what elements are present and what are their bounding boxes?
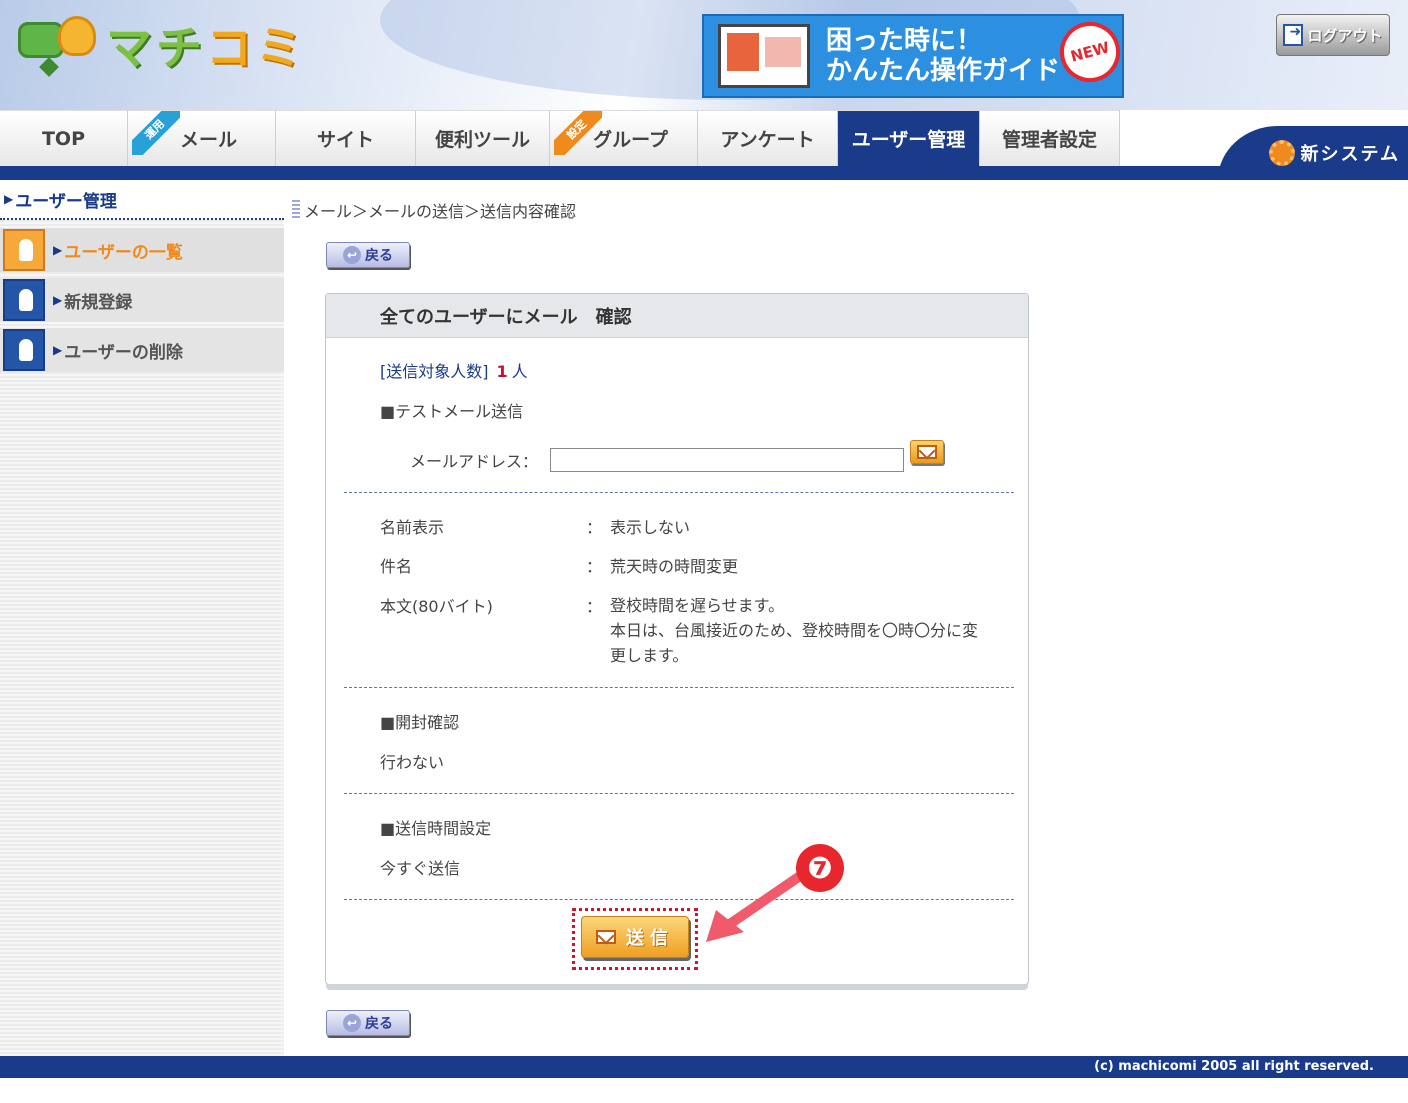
divider bbox=[344, 793, 1014, 794]
send-button[interactable]: 送信 bbox=[581, 916, 689, 958]
user-list-icon bbox=[3, 229, 45, 271]
open-check-value: 行わない bbox=[380, 753, 445, 772]
colon: ： bbox=[586, 557, 603, 576]
chevron-right-icon: ▶ bbox=[53, 343, 63, 357]
back-arrow-icon: ↩ bbox=[343, 1014, 361, 1032]
grip-icon bbox=[292, 200, 300, 220]
colon: ： bbox=[586, 597, 603, 616]
chevron-right-icon: ▶ bbox=[53, 293, 63, 307]
tab-group[interactable]: 設定 グループ bbox=[550, 110, 698, 166]
monitor-icon bbox=[718, 24, 810, 88]
tab-user-management[interactable]: ユーザー管理 bbox=[838, 110, 980, 166]
recipient-count: [送信対象人数] 1 人 bbox=[380, 362, 528, 381]
nav-bar bbox=[0, 166, 1408, 180]
logout-label: ログアウト bbox=[1307, 26, 1383, 45]
back-button-bottom[interactable]: ↩ 戻る bbox=[326, 1010, 410, 1036]
back-arrow-icon: ↩ bbox=[343, 246, 361, 264]
tab-site[interactable]: サイト bbox=[276, 110, 416, 166]
mail-send-icon bbox=[596, 930, 616, 944]
breadcrumb: メール＞メールの送信＞送信内容確認 bbox=[292, 198, 576, 222]
field-value-subject: 荒天時の時間変更 bbox=[610, 557, 739, 576]
copyright: (c) machicomi 2005 all right reserved. bbox=[1094, 1059, 1374, 1074]
new-system-link[interactable]: 新システム bbox=[1218, 126, 1408, 180]
field-value-sender-name: 表示しない bbox=[610, 518, 691, 537]
back-button-top[interactable]: ↩ 戻る bbox=[326, 242, 410, 268]
step-number-badge: ❼ bbox=[796, 844, 844, 892]
test-send-button[interactable] bbox=[910, 440, 944, 464]
divider bbox=[344, 492, 1014, 493]
guide-banner-text: 困った時に！ かんたん操作ガイド bbox=[826, 26, 1061, 86]
ribbon-operation: 運用 bbox=[132, 111, 180, 155]
tab-top[interactable]: TOP bbox=[0, 110, 128, 166]
divider bbox=[344, 899, 1014, 900]
main-nav: TOP 運用 メール サイト 便利ツール 設定 グループ アンケート ユーザー管… bbox=[0, 110, 1408, 180]
field-label-subject: 件名 bbox=[380, 557, 413, 576]
tab-survey[interactable]: アンケート bbox=[698, 110, 838, 166]
field-value-body: 登校時間を遅らせます。 本日は、台風接近のため、登校時間を〇時〇分に変 更します… bbox=[610, 596, 979, 665]
send-time-value: 今すぐ送信 bbox=[380, 859, 461, 878]
machicomi-logo[interactable]: マチコミ bbox=[18, 12, 306, 78]
chevron-right-icon: ▶ bbox=[53, 243, 63, 257]
sidebar-item-user-delete[interactable]: ▶ ユーザーの削除 bbox=[0, 328, 284, 372]
sidebar-item-new-registration[interactable]: ▶ 新規登録 bbox=[0, 278, 284, 322]
mascot-icon bbox=[18, 14, 98, 77]
mail-icon bbox=[917, 445, 937, 459]
email-field[interactable] bbox=[550, 448, 904, 472]
user-delete-icon bbox=[3, 329, 45, 371]
divider bbox=[344, 687, 1014, 688]
tab-tools[interactable]: 便利ツール bbox=[416, 110, 550, 166]
open-check-heading: ■開封確認 bbox=[380, 713, 460, 732]
chevron-right-icon: ▶ bbox=[4, 192, 14, 206]
sidebar: ▶ ユーザー管理 ▶ ユーザーの一覧 ▶ 新規登録 ▶ ユーザーの削除 bbox=[0, 180, 284, 1056]
footer: (c) machicomi 2005 all right reserved. bbox=[0, 1056, 1408, 1078]
pointer-arrow-icon bbox=[706, 871, 805, 942]
tab-admin-settings[interactable]: 管理者設定 bbox=[980, 110, 1120, 166]
logo-wordmark: マチコミ bbox=[106, 21, 306, 75]
gear-icon bbox=[1268, 140, 1295, 166]
test-mail-heading: ■テストメール送信 bbox=[380, 402, 524, 421]
send-time-heading: ■送信時間設定 bbox=[380, 819, 492, 838]
main-content: メール＞メールの送信＞送信内容確認 ↩ 戻る 全てのユーザーにメール 確認 [送… bbox=[284, 180, 1408, 1056]
field-label-sender-name: 名前表示 bbox=[380, 518, 445, 537]
logout-button[interactable]: ログアウト bbox=[1276, 14, 1390, 56]
confirm-panel: 全てのユーザーにメール 確認 [送信対象人数] 1 人 ■テストメール送信 メールア… bbox=[325, 293, 1029, 990]
email-label: メールアドレス： bbox=[410, 452, 539, 471]
sidebar-item-user-list[interactable]: ▶ ユーザーの一覧 bbox=[0, 228, 284, 272]
user-add-icon bbox=[3, 279, 45, 321]
ribbon-settings: 設定 bbox=[554, 111, 602, 155]
operation-guide-banner[interactable]: 困った時に！ かんたん操作ガイド NEW bbox=[702, 14, 1127, 98]
new-badge: NEW bbox=[1053, 15, 1127, 89]
header: マチコミ 困った時に！ かんたん操作ガイド NEW ログアウト bbox=[0, 0, 1408, 110]
tab-mail[interactable]: 運用 メール bbox=[128, 110, 276, 166]
logout-icon bbox=[1283, 24, 1304, 46]
sidebar-title: ▶ ユーザー管理 bbox=[0, 180, 284, 220]
colon: ： bbox=[586, 518, 603, 537]
panel-title: 全てのユーザーにメール 確認 bbox=[326, 294, 1028, 338]
field-label-body: 本文(80バイト) bbox=[380, 597, 493, 616]
panel-bottom-edge bbox=[326, 984, 1028, 990]
